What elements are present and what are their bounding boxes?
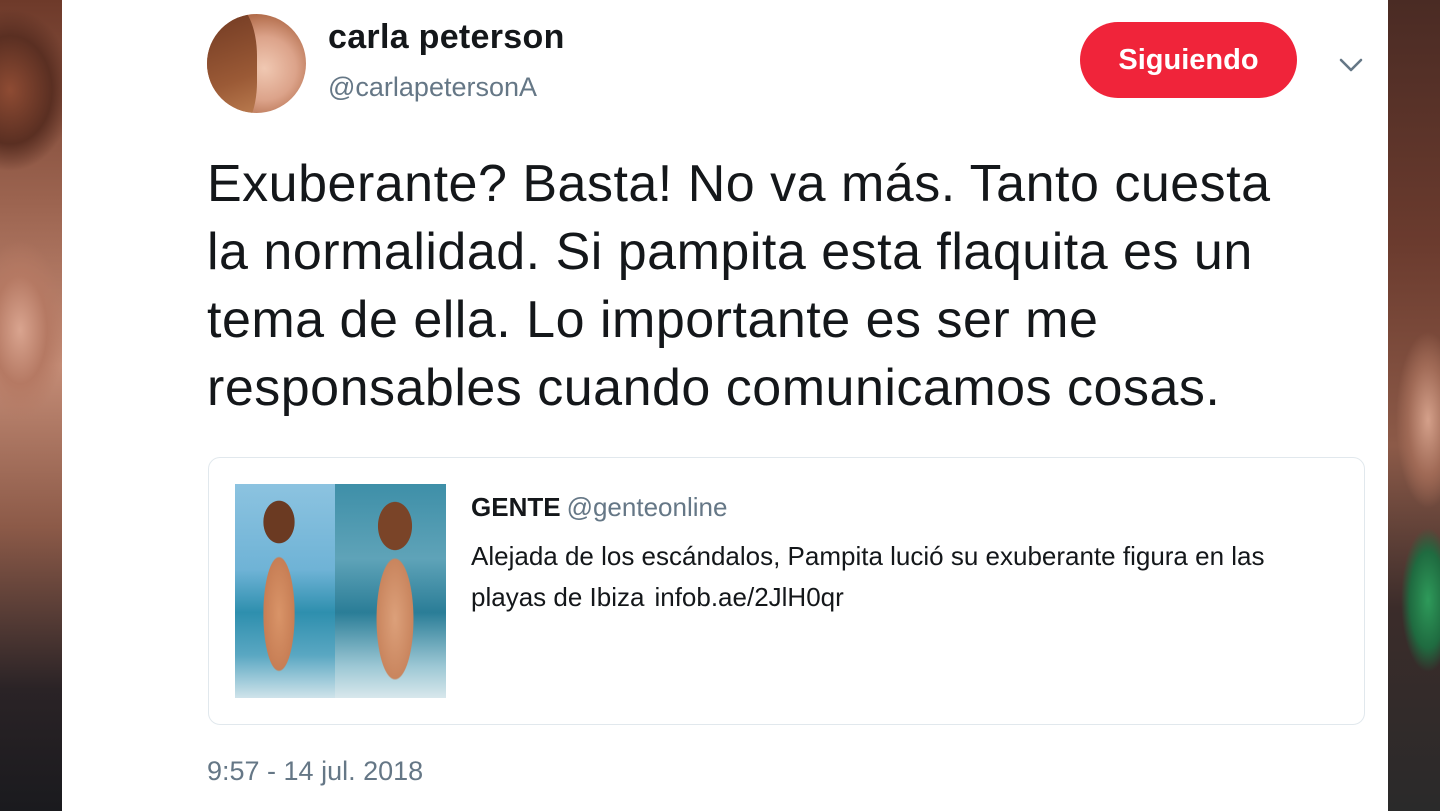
following-button[interactable]: Siguiendo: [1080, 22, 1297, 98]
quoted-tweet[interactable]: GENTE @genteonline Alejada de los escánda…: [208, 457, 1365, 725]
avatar[interactable]: [207, 14, 306, 113]
photo-figure-right: [365, 494, 425, 694]
tweet-text: Exuberante? Basta! No va más. Tanto cues…: [207, 150, 1387, 422]
tweet-text-line: Exuberante? Basta! No va más. Tanto cues…: [207, 155, 1271, 213]
quoted-tweet-link[interactable]: infob.ae/2JlH0qr: [654, 582, 843, 612]
quoted-author-name: GENTE: [471, 492, 561, 522]
tweet-menu-button[interactable]: [1336, 50, 1366, 80]
quoted-tweet-header: GENTE @genteonline: [471, 492, 727, 523]
author-display-name[interactable]: carla peterson: [328, 18, 565, 57]
tweet-text-line: responsables cuando comunicamos cosas.: [207, 359, 1221, 417]
tweet-text-line: la normalidad. Si pampita esta flaquita …: [207, 223, 1253, 281]
tweet-card: carla peterson @carlapetersonA Siguiendo…: [62, 0, 1388, 811]
quoted-body-line: Alejada de los escándalos, Pampita lució…: [471, 541, 1265, 571]
avatar-hair: [207, 14, 257, 113]
background-photo-left: [0, 0, 62, 811]
tweet-timestamp[interactable]: 9:57 - 14 jul. 2018: [207, 756, 423, 787]
quoted-body-text: playas de Ibiza: [471, 582, 645, 612]
quoted-body-line: playas de Ibiza infob.ae/2JlH0qr: [471, 577, 1351, 618]
quoted-tweet-photo[interactable]: [235, 484, 446, 698]
chevron-down-icon: [1339, 58, 1363, 72]
quoted-author-handle: @genteonline: [566, 492, 728, 522]
tweet-text-line: tema de ella. Lo importante es ser me: [207, 291, 1099, 349]
quoted-tweet-body: Alejada de los escándalos, Pampita lució…: [471, 536, 1351, 618]
author-handle[interactable]: @carlapetersonA: [328, 72, 537, 103]
photo-figure-left: [253, 494, 305, 684]
background-photo-right: [1388, 0, 1440, 811]
